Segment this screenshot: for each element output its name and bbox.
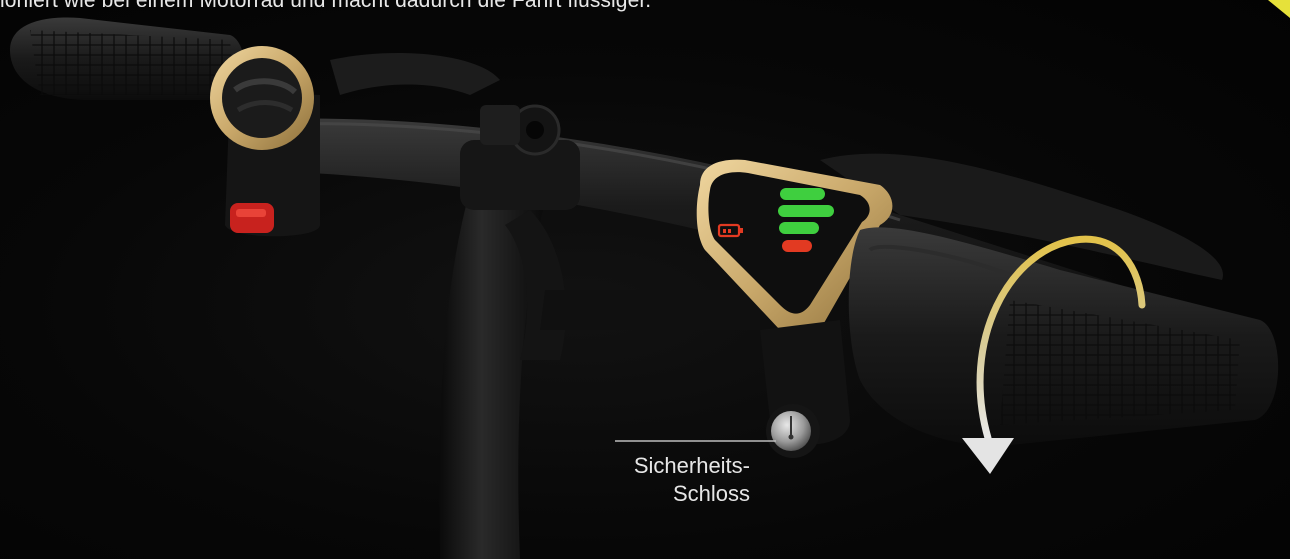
battery-bar-1 xyxy=(780,188,825,200)
brake-lever-left xyxy=(330,52,500,95)
left-grip xyxy=(10,17,246,101)
safety-lock xyxy=(760,320,850,458)
safety-lock-label: Sicherheits- Schloss xyxy=(608,452,750,508)
horn-button-icon[interactable] xyxy=(230,203,274,233)
corner-accent xyxy=(1268,0,1290,18)
intro-text: ioniert wie bei einem Motorrad und macht… xyxy=(0,0,652,12)
lock-label-line-2: Schloss xyxy=(672,481,750,506)
product-scene: ioniert wie bei einem Motorrad und macht… xyxy=(0,0,1290,559)
battery-bar-2 xyxy=(778,205,834,217)
lock-label-line-1: Sicherheits- xyxy=(633,453,750,478)
battery-bar-3 xyxy=(779,222,819,234)
left-control-pod xyxy=(210,46,320,237)
center-clamp xyxy=(460,104,580,210)
battery-bar-4 xyxy=(782,240,812,252)
